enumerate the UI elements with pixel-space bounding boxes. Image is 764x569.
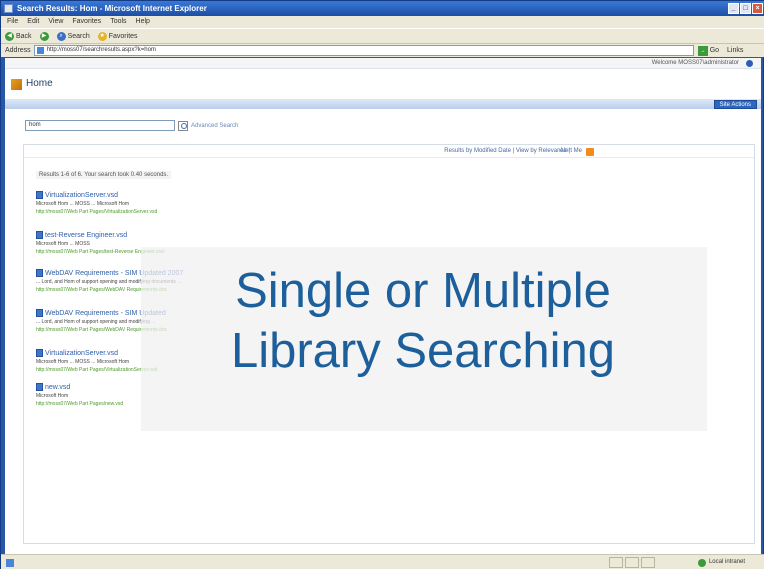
result-title-link[interactable]: VirtualizationServer.vsd — [36, 191, 716, 199]
result-title: VirtualizationServer.vsd — [45, 191, 119, 199]
back-label: Back — [16, 32, 32, 40]
status-panes — [609, 557, 655, 568]
word-document-icon — [36, 269, 43, 277]
star-icon: ★ — [97, 31, 107, 41]
menu-bar: File Edit View Favorites Tools Help — [1, 16, 764, 28]
result-title: VirtualizationServer.vsd — [45, 349, 119, 357]
back-arrow-icon: ◀ — [5, 31, 14, 41]
search-button[interactable]: ⌕ Search — [56, 31, 90, 41]
results-count: Results 1-6 of 6. Your search took 0.40 … — [36, 171, 172, 179]
visio-document-icon — [36, 349, 43, 357]
visio-document-icon — [36, 231, 43, 239]
word-document-icon — [36, 309, 43, 317]
advanced-search-link[interactable]: Advanced Search — [191, 123, 238, 129]
sort-options[interactable]: Results by Modified Date | View by Relev… — [444, 145, 570, 158]
address-label: Address — [5, 47, 31, 54]
slide-caption: Single or Multiple Library Searching — [133, 261, 713, 381]
window-controls: _ □ × — [728, 3, 763, 14]
result-title: test-Reverse Engineer.vsd — [45, 231, 128, 239]
ie-icon — [4, 4, 13, 13]
go-arrow-icon: → — [697, 45, 708, 56]
result-url[interactable]: http://moss07/Web Part Pages/Virtualizat… — [36, 209, 716, 215]
welcome-menu[interactable]: Welcome MOSS07\administrator — [652, 58, 739, 69]
browser-window: Search Results: Hom - Microsoft Internet… — [0, 0, 764, 569]
maximize-button[interactable]: □ — [740, 3, 751, 14]
title-bar: Search Results: Hom - Microsoft Internet… — [1, 1, 764, 16]
menu-view[interactable]: View — [48, 16, 63, 28]
favorites-label: Favorites — [108, 32, 138, 40]
navigation-bar: Site Actions — [5, 99, 761, 109]
status-pane — [641, 557, 655, 568]
links-button[interactable]: Links — [727, 47, 743, 54]
globe-icon — [697, 558, 706, 567]
address-input[interactable]: http://moss07/searchresults.aspx?k=hom — [33, 45, 694, 56]
site-title[interactable]: Home — [26, 78, 53, 89]
status-page-icon — [6, 559, 14, 567]
forward-arrow-icon: ▶ — [39, 31, 49, 41]
result-title: new.vsd — [45, 383, 71, 391]
status-bar: Local intranet — [1, 554, 764, 569]
security-zone: Local intranet — [697, 555, 745, 569]
close-button[interactable]: × — [752, 3, 763, 14]
menu-file[interactable]: File — [7, 16, 18, 28]
search-label: Search — [67, 32, 90, 40]
search-icon: ⌕ — [56, 31, 66, 41]
visio-document-icon — [36, 191, 43, 199]
address-value: http://moss07/searchresults.aspx?k=hom — [46, 47, 156, 53]
go-label: Go — [709, 47, 720, 54]
zone-label: Local intranet — [708, 559, 745, 565]
search-go-icon[interactable] — [178, 120, 188, 131]
status-pane — [625, 557, 639, 568]
menu-favorites[interactable]: Favorites — [72, 16, 101, 28]
visio-document-icon — [36, 383, 43, 391]
page-icon — [36, 47, 44, 54]
help-icon[interactable] — [746, 60, 753, 67]
search-input[interactable]: hom — [25, 120, 175, 131]
status-pane — [609, 557, 623, 568]
menu-edit[interactable]: Edit — [27, 16, 39, 28]
result-title-link[interactable]: test-Reverse Engineer.vsd — [36, 231, 716, 239]
site-logo-icon — [11, 79, 22, 90]
caption-line-2: Library Searching — [230, 324, 616, 378]
forward-button[interactable]: ▶ — [39, 31, 49, 41]
result-item: VirtualizationServer.vsd Microsoft Hom .… — [36, 191, 716, 215]
site-header: Home — [5, 69, 761, 99]
minimize-button[interactable]: _ — [728, 3, 739, 14]
result-snippet: Microsoft Hom ... MOSS ... Microsoft Hom — [36, 201, 130, 207]
rss-icon[interactable] — [586, 148, 594, 156]
menu-help[interactable]: Help — [136, 16, 150, 28]
results-toolbar: Results by Modified Date | View by Relev… — [24, 145, 754, 158]
menu-tools[interactable]: Tools — [110, 16, 126, 28]
favorites-button[interactable]: ★ Favorites — [97, 31, 138, 41]
site-actions-button[interactable]: Site Actions — [713, 100, 757, 109]
caption-line-1: Single or Multiple — [235, 264, 611, 318]
window-title: Search Results: Hom - Microsoft Internet… — [17, 4, 207, 13]
address-bar: Address http://moss07/searchresults.aspx… — [1, 43, 764, 57]
sharepoint-top-bar: Welcome MOSS07\administrator — [5, 58, 761, 69]
go-button[interactable]: → Go — [697, 45, 720, 56]
alert-me-link[interactable]: Alert Me — [560, 145, 582, 158]
back-button[interactable]: ◀ Back — [5, 31, 32, 41]
browser-toolbar: ◀ Back ▶ ⌕ Search ★ Favorites — [1, 28, 764, 43]
search-area: hom Advanced Search — [25, 120, 238, 131]
